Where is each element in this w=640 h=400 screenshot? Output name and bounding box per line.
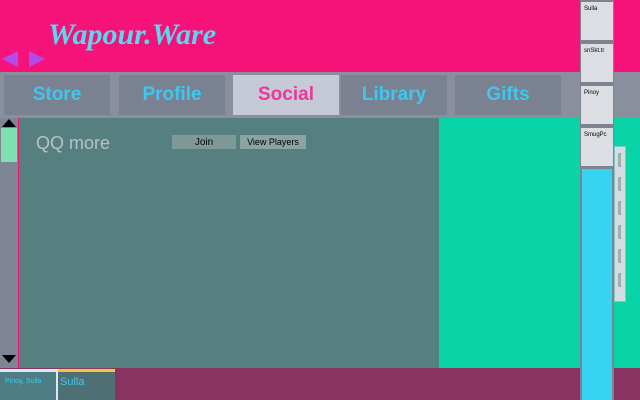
friend-name: snSkt.tr: [584, 48, 605, 54]
scroll-down-icon[interactable]: [2, 355, 16, 363]
friends-scrollbar-thumb[interactable]: [614, 146, 626, 302]
chat-tab[interactable]: Sulla: [58, 369, 115, 400]
social-content-panel: [19, 118, 439, 368]
forward-arrow-icon[interactable]: [29, 51, 45, 67]
grip-line: [618, 201, 621, 215]
tab-store[interactable]: Store: [4, 75, 110, 115]
chat-tab[interactable]: Pinoy, Sulla: [0, 369, 58, 400]
friend-item[interactable]: Pinoy: [581, 86, 613, 124]
grip-line: [618, 153, 621, 167]
tab-social[interactable]: Social: [233, 75, 339, 115]
friends-scroll-track[interactable]: [582, 169, 612, 400]
content-scrollbar-thumb[interactable]: [1, 128, 17, 162]
back-arrow-icon[interactable]: [2, 51, 18, 67]
friend-item[interactable]: Sulla: [581, 2, 613, 40]
tab-library[interactable]: Library: [341, 75, 447, 115]
chat-tab-bar-end: [614, 368, 640, 400]
grip-line: [618, 177, 621, 191]
nav-bar-end: [614, 72, 640, 118]
friend-name: Pinoy: [584, 90, 600, 96]
grip-line: [618, 225, 621, 239]
tab-profile[interactable]: Profile: [119, 75, 225, 115]
grip-line: [618, 249, 621, 263]
join-button[interactable]: Join: [172, 135, 236, 149]
app-logo: Wapour.Ware: [48, 18, 217, 51]
friend-name: Sulla: [584, 6, 598, 12]
tab-gifts[interactable]: Gifts: [455, 75, 561, 115]
view-players-button[interactable]: View Players: [240, 135, 306, 149]
friend-name: SmugPc: [584, 132, 607, 138]
grip-line: [618, 273, 621, 287]
side-panel: [439, 118, 580, 368]
group-title: QQ more: [36, 133, 111, 153]
friend-item[interactable]: snSkt.tr: [581, 44, 613, 82]
scroll-up-icon[interactable]: [2, 119, 16, 127]
friend-item[interactable]: SmugPc: [581, 128, 613, 166]
